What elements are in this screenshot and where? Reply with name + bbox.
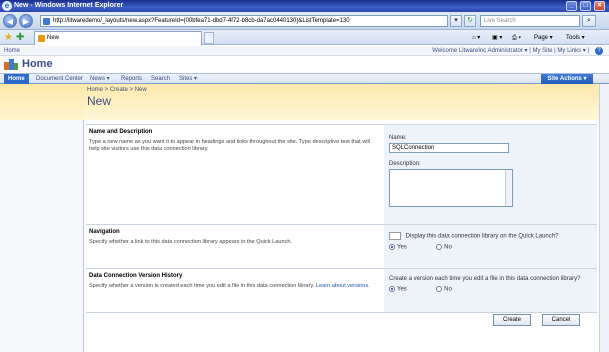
create-form: Name and Description Type a new name as … — [84, 120, 599, 350]
new-tab-button[interactable] — [204, 32, 214, 44]
section-help-text: Type a new name as you want it to appear… — [89, 139, 370, 152]
description-label: Description: — [389, 161, 421, 167]
version-options: Yes No — [389, 286, 592, 293]
nav-home[interactable]: Home — [4, 74, 29, 84]
tab-new[interactable]: New — [34, 31, 202, 45]
quick-launch-question: Display this data connection library on … — [389, 232, 592, 240]
tab-page-icon — [38, 35, 45, 42]
quick-launch-yes-label: Yes — [397, 244, 407, 251]
page-menu[interactable]: Page ▾ — [534, 32, 553, 44]
nav-sites[interactable]: Sites ▾ — [175, 74, 201, 84]
create-button[interactable]: Create — [493, 314, 531, 326]
my-site-link[interactable]: My Site — [532, 48, 552, 54]
search-input[interactable]: Live Search — [480, 15, 580, 27]
section-controls: Display this data connection library on … — [384, 225, 597, 268]
minimize-button[interactable]: _ — [566, 1, 577, 11]
learn-about-versions-link[interactable]: Learn about versions. — [316, 283, 370, 289]
favorites-star-icon[interactable]: ★ — [4, 32, 13, 43]
home-icon[interactable]: ⌂ ▾ — [472, 32, 480, 44]
quick-launch-image — [389, 232, 401, 240]
version-question: Create a version each time you edit a fi… — [389, 276, 581, 282]
tab-label: New — [47, 35, 60, 41]
page-scrollbar[interactable] — [599, 84, 609, 352]
address-text: http://litwaredemo/_layouts/new.aspx?Fea… — [53, 18, 350, 24]
section-help: Data Connection Version History Specify … — [86, 269, 384, 312]
description-scrollbar[interactable] — [505, 170, 512, 206]
quick-launch-options: Yes No — [389, 244, 592, 251]
section-help-text: Specify whether a version is created eac… — [89, 283, 381, 290]
section-name-description: Name and Description Type a new name as … — [86, 124, 597, 224]
section-version-history: Data Connection Version History Specify … — [86, 268, 597, 312]
window-title-bar: e New - Windows Internet Explorer _ □ × — [0, 0, 609, 12]
site-link[interactable]: Home — [4, 46, 20, 56]
user-menu: Welcome LitwareInc Administrator ▾ | My … — [432, 48, 589, 54]
feeds-icon[interactable]: ▣ ▾ — [492, 32, 502, 44]
quick-launch-no-radio[interactable] — [436, 244, 443, 250]
refresh-button[interactable]: ↻ — [464, 15, 476, 27]
top-navigation: Home Document Center News ▾ Reports Sear… — [0, 73, 609, 84]
version-yes-radio[interactable] — [389, 286, 395, 292]
name-label: Name: — [389, 135, 407, 141]
section-controls: Create a version each time you edit a fi… — [384, 269, 597, 312]
forward-button[interactable]: ▶ — [19, 14, 33, 28]
print-icon[interactable]: ⎙ ▾ — [512, 32, 521, 44]
page-title-area: Home > Create > New New — [84, 84, 609, 120]
my-links-menu[interactable]: My Links ▾ — [557, 48, 585, 54]
version-no-radio[interactable] — [436, 286, 443, 292]
version-no-label: No — [444, 286, 452, 293]
section-help-text: Specify whether a link to this data conn… — [89, 239, 293, 245]
quick-launch-no-label: No — [444, 244, 452, 251]
breadcrumb[interactable]: Home > Create > New — [87, 87, 147, 93]
nav-search[interactable]: Search — [147, 74, 174, 84]
nav-reports[interactable]: Reports — [117, 74, 146, 84]
help-icon[interactable]: ? — [595, 47, 603, 55]
page-title: New — [87, 94, 112, 108]
section-heading: Data Connection Version History — [89, 273, 183, 279]
section-help: Name and Description Type a new name as … — [86, 125, 384, 224]
sharepoint-logo-icon — [4, 59, 18, 70]
section-controls: Name: SQLConnection Description: — [384, 125, 597, 224]
section-heading: Navigation — [89, 229, 120, 235]
nav-news[interactable]: News ▾ — [86, 74, 114, 84]
page-icon — [43, 18, 50, 25]
search-icon[interactable]: ⌕ — [582, 15, 596, 27]
maximize-button[interactable]: □ — [580, 1, 591, 11]
section-heading: Name and Description — [89, 129, 153, 135]
window-title: New - Windows Internet Explorer — [14, 2, 124, 9]
form-divider — [86, 312, 597, 313]
quick-launch-question-text: Display this data connection library on … — [405, 233, 559, 240]
section-help: Navigation Specify whether a link to thi… — [86, 225, 384, 268]
back-button[interactable]: ◀ — [3, 14, 17, 28]
sharepoint-global-bar: Home Welcome LitwareInc Administrator ▾ … — [0, 46, 609, 56]
add-favorite-icon[interactable]: ✚ — [16, 32, 24, 43]
tools-menu[interactable]: Tools ▾ — [566, 32, 585, 44]
version-help: Specify whether a version is created eac… — [89, 283, 315, 289]
version-yes-label: Yes — [397, 286, 407, 293]
site-title-area: Home — [0, 56, 609, 73]
left-title-band — [0, 84, 84, 120]
tab-toolbar: ★ ✚ New ⌂ ▾ ▣ ▾ ⎙ ▾ Page ▾ Tools ▾ — [0, 30, 609, 45]
welcome-menu[interactable]: Welcome LitwareInc Administrator ▾ — [432, 48, 527, 54]
name-field[interactable]: SQLConnection — [389, 143, 509, 153]
section-navigation: Navigation Specify whether a link to thi… — [86, 224, 597, 268]
cancel-button[interactable]: Cancel — [542, 314, 580, 326]
site-actions-menu[interactable]: Site Actions ▾ — [541, 74, 593, 84]
site-title[interactable]: Home — [22, 58, 53, 70]
search-placeholder: Live Search — [484, 18, 516, 24]
address-toolbar: ◀ ▶ http://litwaredemo/_layouts/new.aspx… — [0, 12, 609, 30]
description-field[interactable] — [389, 169, 513, 207]
close-button[interactable]: × — [594, 1, 605, 11]
quick-launch-pane — [0, 84, 84, 352]
address-bar[interactable]: http://litwaredemo/_layouts/new.aspx?Fea… — [40, 15, 448, 27]
nav-document-center[interactable]: Document Center — [32, 74, 87, 84]
address-dropdown-button[interactable]: ▾ — [450, 15, 462, 27]
internet-explorer-icon: e — [2, 1, 12, 11]
quick-launch-yes-radio[interactable] — [389, 244, 395, 250]
